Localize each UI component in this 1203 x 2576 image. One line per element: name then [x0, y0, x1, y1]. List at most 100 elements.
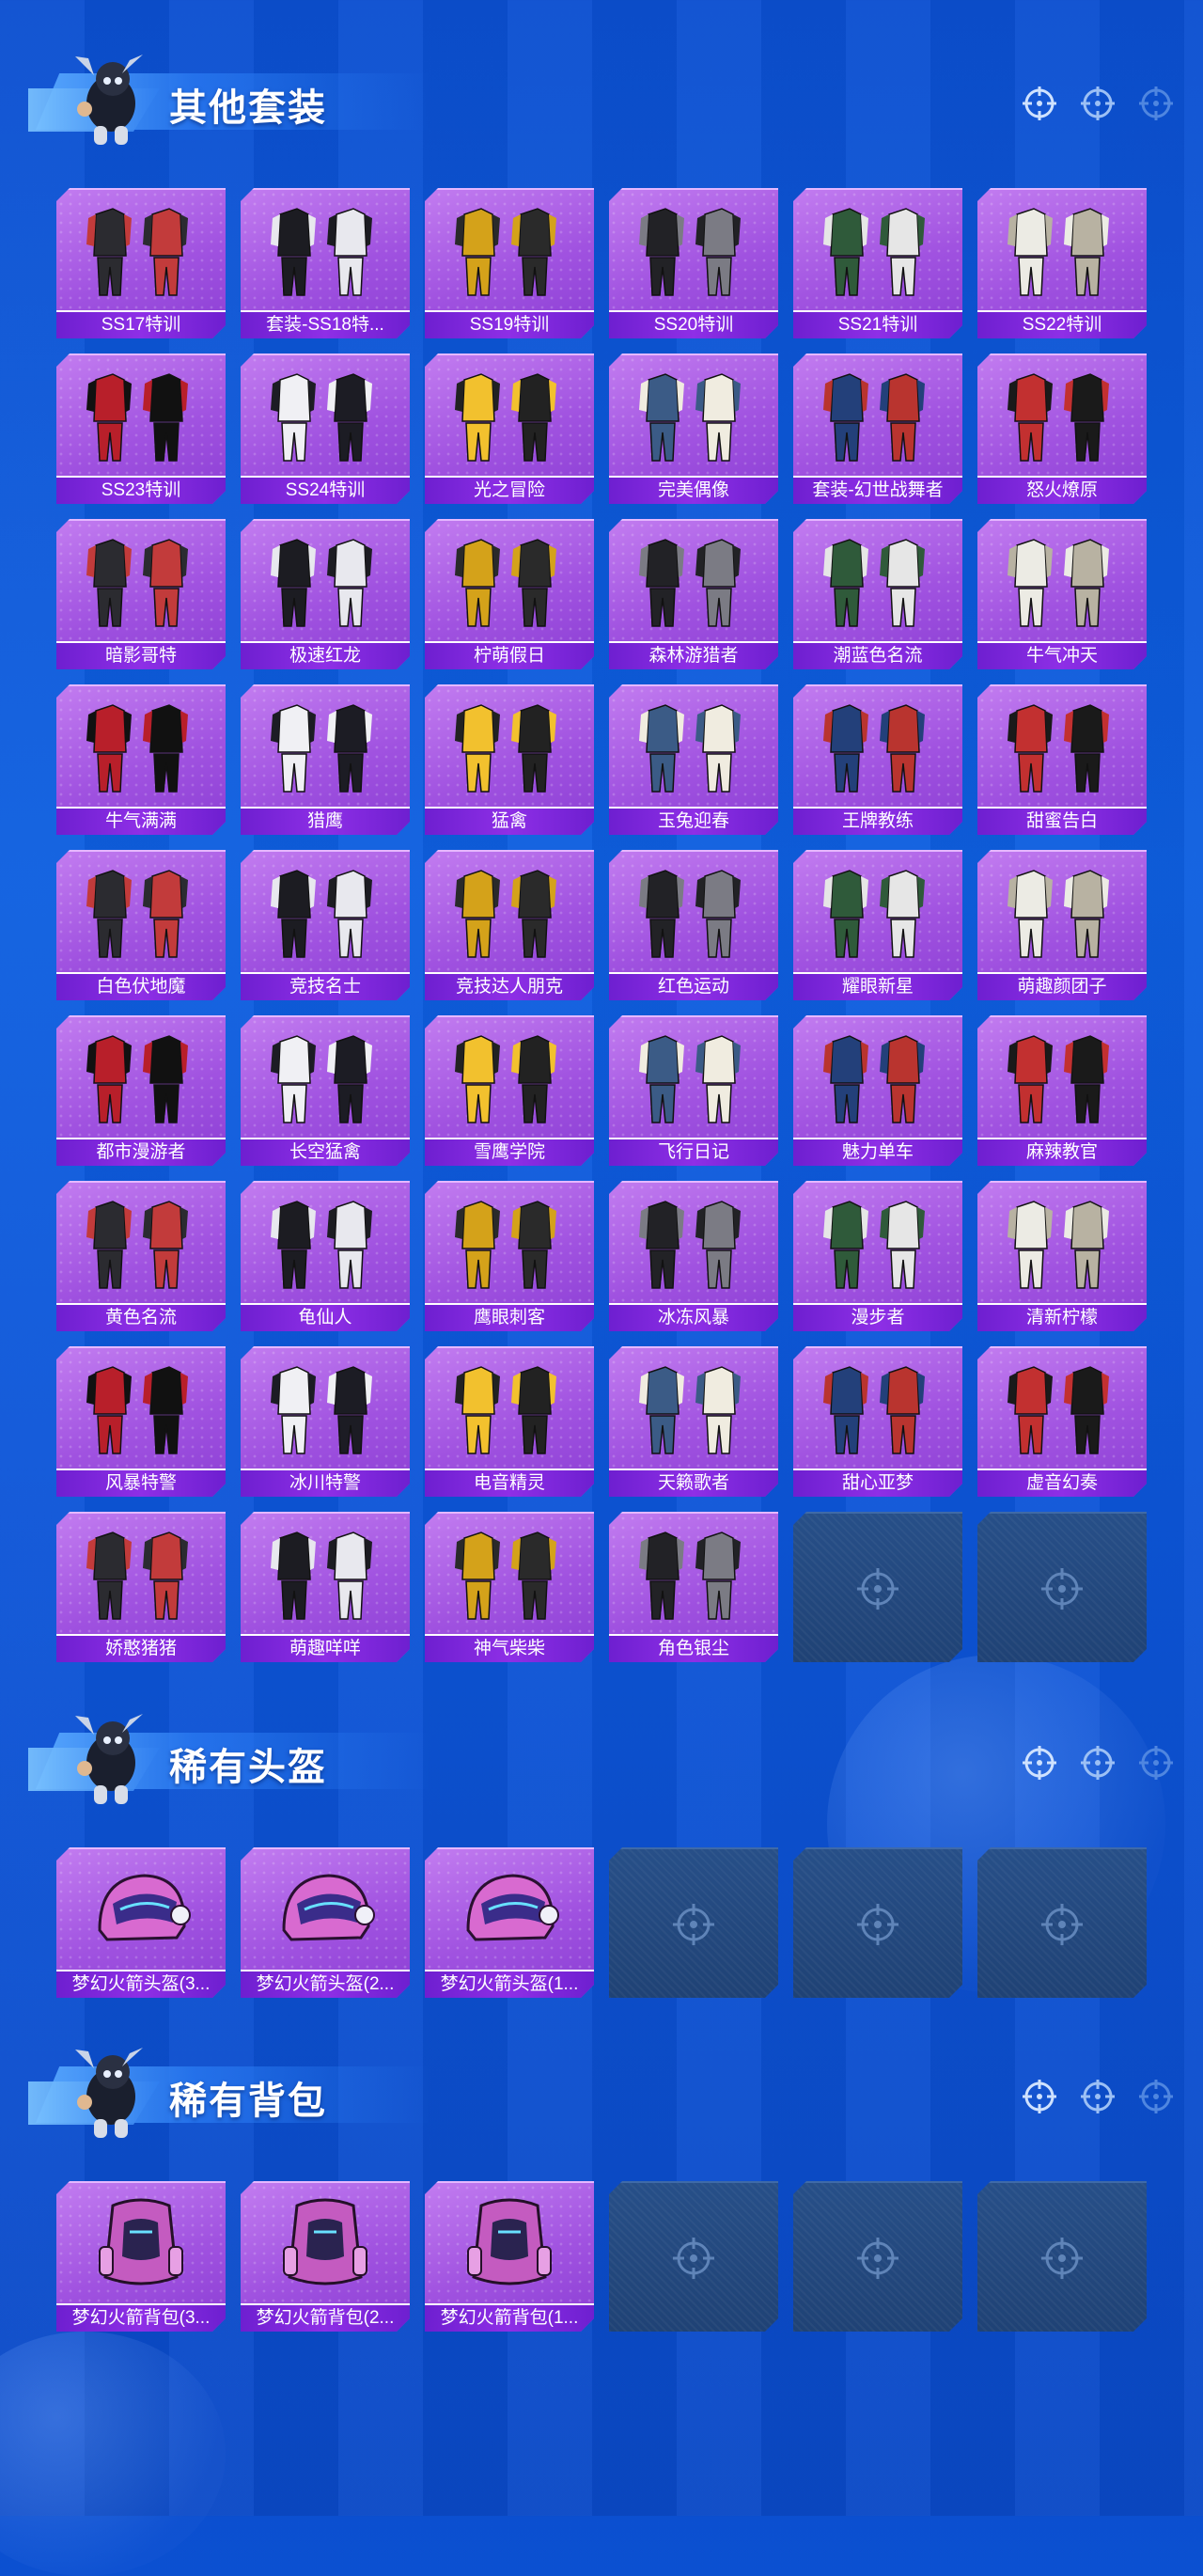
- outfit-item-card[interactable]: 玉兔迎春: [609, 684, 778, 835]
- outfit-icon: [628, 1356, 759, 1461]
- crosshair-icon: [670, 1901, 717, 1948]
- item-name-label: 耀眼新星: [793, 972, 962, 1000]
- outfit-item-card[interactable]: 白色伏地魔: [56, 850, 226, 1000]
- outfit-item-card[interactable]: 电音精灵: [425, 1346, 594, 1497]
- crosshair-icon: [1023, 2080, 1056, 2113]
- outfit-item-card[interactable]: 耀眼新星: [793, 850, 962, 1000]
- outfit-item-card[interactable]: SS17特训: [56, 188, 226, 338]
- outfit-item-card[interactable]: 龟仙人: [241, 1181, 410, 1331]
- outfit-item-card[interactable]: 柠萌假日: [425, 519, 594, 669]
- outfit-item-card[interactable]: 完美偶像: [609, 353, 778, 504]
- outfit-item-card[interactable]: 天籁歌者: [609, 1346, 778, 1497]
- outfit-item-card[interactable]: 娇憨猪猪: [56, 1512, 226, 1662]
- item-name-label: 套装-幻世战舞者: [793, 476, 962, 504]
- outfit-icon: [259, 197, 391, 303]
- helmet-item-card[interactable]: 梦幻火箭头盔(2...: [241, 1847, 410, 1998]
- outfit-item-card[interactable]: 清新柠檬: [977, 1181, 1147, 1331]
- crosshair-decorations: [1021, 85, 1175, 122]
- outfit-item-card[interactable]: 王牌教练: [793, 684, 962, 835]
- backpack-item-card[interactable]: 梦幻火箭背包(2...: [241, 2181, 410, 2332]
- item-name-label: 娇憨猪猪: [56, 1634, 226, 1662]
- outfit-item-card[interactable]: 冰冻风暴: [609, 1181, 778, 1331]
- outfit-item-card[interactable]: 冰川特警: [241, 1346, 410, 1497]
- outfit-item-card[interactable]: 角色银尘: [609, 1512, 778, 1662]
- outfit-icon: [444, 859, 575, 965]
- helmet-grid: 梦幻火箭头盔(3... 梦幻火箭头盔(2... 梦幻火箭头盔(1...: [56, 1847, 1147, 1998]
- item-name-label: 白色伏地魔: [56, 972, 226, 1000]
- outfit-icon: [444, 1190, 575, 1296]
- outfit-item-card[interactable]: 极速红龙: [241, 519, 410, 669]
- outfit-icon: [812, 1025, 944, 1130]
- outfit-item-card[interactable]: 漫步者: [793, 1181, 962, 1331]
- outfit-item-card[interactable]: 牛气满满: [56, 684, 226, 835]
- crosshair-icon: [854, 2235, 901, 2282]
- outfit-item-card[interactable]: SS24特训: [241, 353, 410, 504]
- item-name-label: 龟仙人: [241, 1303, 410, 1331]
- outfit-item-card[interactable]: 套装-SS18特...: [241, 188, 410, 338]
- outfit-item-card[interactable]: 竞技达人朋克: [425, 850, 594, 1000]
- outfit-item-card[interactable]: 都市漫游者: [56, 1015, 226, 1166]
- outfit-item-card[interactable]: 鹰眼刺客: [425, 1181, 594, 1331]
- item-name-label: 鹰眼刺客: [425, 1303, 594, 1331]
- outfit-item-card[interactable]: 飞行日记: [609, 1015, 778, 1166]
- outfit-item-card[interactable]: 虚音幻奏: [977, 1346, 1147, 1497]
- outfit-item-card[interactable]: 黄色名流: [56, 1181, 226, 1331]
- outfit-item-card[interactable]: 牛气冲天: [977, 519, 1147, 669]
- outfit-icon: [75, 1190, 207, 1296]
- item-name-label: 神气柴柴: [425, 1634, 594, 1662]
- crosshair-decorations: [1021, 2078, 1175, 2115]
- outfit-item-card[interactable]: 猛禽: [425, 684, 594, 835]
- outfit-icon: [444, 528, 575, 634]
- crosshair-icon: [854, 1901, 901, 1948]
- item-name-label: 萌趣咩咩: [241, 1634, 410, 1662]
- outfit-item-card[interactable]: 萌趣咩咩: [241, 1512, 410, 1662]
- item-name-label: 都市漫游者: [56, 1138, 226, 1166]
- outfit-item-card[interactable]: 怒火燎原: [977, 353, 1147, 504]
- outfit-item-card[interactable]: 光之冒险: [425, 353, 594, 504]
- outfit-item-card[interactable]: 雪鹰学院: [425, 1015, 594, 1166]
- section-title: 稀有背包: [169, 2081, 327, 2122]
- helmet-item-card[interactable]: 梦幻火箭头盔(3...: [56, 1847, 226, 1998]
- backpack-item-card[interactable]: 梦幻火箭背包(3...: [56, 2181, 226, 2332]
- outfit-item-card[interactable]: 红色运动: [609, 850, 778, 1000]
- crosshair-icon: [1039, 1565, 1086, 1612]
- outfit-item-card[interactable]: SS21特训: [793, 188, 962, 338]
- outfit-item-card[interactable]: 萌趣颜团子: [977, 850, 1147, 1000]
- helmet-item-card[interactable]: 梦幻火箭头盔(1...: [425, 1847, 594, 1998]
- outfit-icon: [628, 694, 759, 799]
- backpack-item-card[interactable]: 梦幻火箭背包(1...: [425, 2181, 594, 2332]
- outfit-icon: [628, 1025, 759, 1130]
- outfit-item-card[interactable]: 魅力单车: [793, 1015, 962, 1166]
- item-name-label: 猎鹰: [241, 807, 410, 835]
- outfit-icon: [628, 859, 759, 965]
- outfit-item-card[interactable]: SS23特训: [56, 353, 226, 504]
- outfit-icon: [75, 1356, 207, 1461]
- outfit-item-card[interactable]: 长空猛禽: [241, 1015, 410, 1166]
- outfit-item-card[interactable]: SS22特训: [977, 188, 1147, 338]
- outfit-icon: [996, 528, 1128, 634]
- outfit-item-card[interactable]: 套装-幻世战舞者: [793, 353, 962, 504]
- item-name-label: 梦幻火箭头盔(3...: [56, 1970, 226, 1998]
- item-name-label: 漫步者: [793, 1303, 962, 1331]
- outfit-item-card[interactable]: 风暴特警: [56, 1346, 226, 1497]
- outfit-icon: [259, 694, 391, 799]
- outfit-item-card[interactable]: 潮蓝色名流: [793, 519, 962, 669]
- item-name-label: 魅力单车: [793, 1138, 962, 1166]
- item-name-label: SS21特训: [793, 310, 962, 338]
- item-name-label: 清新柠檬: [977, 1303, 1147, 1331]
- outfit-item-card[interactable]: 神气柴柴: [425, 1512, 594, 1662]
- outfit-item-card[interactable]: SS19特训: [425, 188, 594, 338]
- item-name-label: 冰川特警: [241, 1469, 410, 1497]
- outfit-item-card[interactable]: 森林游猎者: [609, 519, 778, 669]
- outfit-item-card[interactable]: 暗影哥特: [56, 519, 226, 669]
- outfit-item-card[interactable]: 竞技名士: [241, 850, 410, 1000]
- item-name-label: 柠萌假日: [425, 641, 594, 669]
- outfit-item-card[interactable]: 甜蜜告白: [977, 684, 1147, 835]
- outfit-item-card[interactable]: 麻辣教官: [977, 1015, 1147, 1166]
- item-name-label: 猛禽: [425, 807, 594, 835]
- outfit-item-card[interactable]: 猎鹰: [241, 684, 410, 835]
- outfit-icon: [812, 1190, 944, 1296]
- item-name-label: 虚音幻奏: [977, 1469, 1147, 1497]
- outfit-item-card[interactable]: 甜心亚梦: [793, 1346, 962, 1497]
- outfit-item-card[interactable]: SS20特训: [609, 188, 778, 338]
